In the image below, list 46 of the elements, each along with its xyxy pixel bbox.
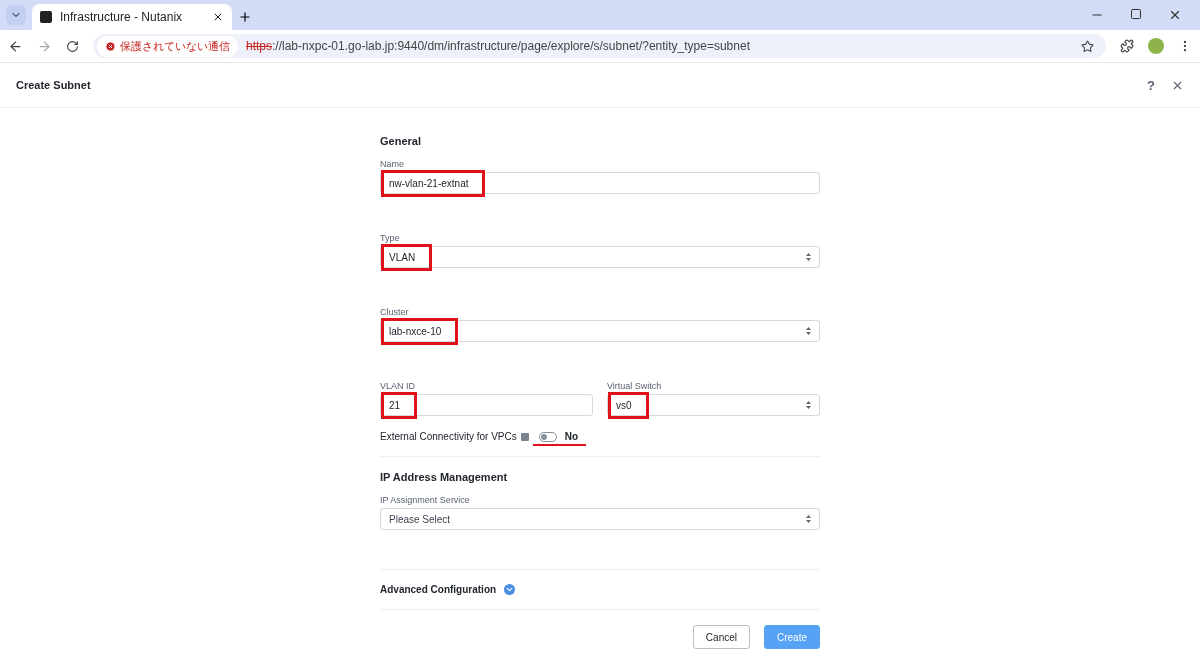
field-value: nw-vlan-21-extnat	[381, 169, 486, 197]
sort-arrows-icon	[806, 253, 811, 261]
select-field[interactable]: VLAN	[380, 246, 820, 268]
field-value: 21	[381, 391, 418, 419]
field-label: IP Assignment Service	[380, 495, 471, 505]
select-field[interactable]: vs0	[607, 394, 820, 416]
sort-arrows-icon	[806, 401, 811, 409]
section-heading: Advanced Configuration	[380, 584, 497, 595]
input-field[interactable]: nw-vlan-21-extnat	[380, 172, 820, 194]
cancel-button[interactable]: Cancel	[692, 625, 750, 649]
input-field[interactable]: 21	[380, 394, 593, 416]
security-chip[interactable]: 保護されていない通信	[97, 35, 238, 57]
field-value: vs0	[608, 391, 649, 419]
toggle-label: External Connectivity for VPCs	[380, 431, 517, 442]
back-icon[interactable]	[8, 38, 23, 54]
sort-arrows-icon	[806, 327, 811, 335]
tab-list-button[interactable]	[6, 5, 26, 25]
bookmark-star-icon[interactable]	[1081, 39, 1094, 53]
section-heading: IP Address Management	[380, 471, 509, 483]
reload-icon[interactable]	[66, 39, 79, 53]
field-label: VLAN ID	[380, 381, 416, 391]
select-field[interactable]: lab-nxce-10	[380, 320, 820, 342]
field-placeholder: Please Select	[389, 513, 451, 525]
extensions-icon[interactable]	[1120, 39, 1134, 53]
toggle-switch[interactable]	[538, 431, 557, 442]
field-label: Name	[380, 159, 405, 169]
field-value: lab-nxce-10	[381, 317, 459, 345]
select-field[interactable]: Please Select	[380, 508, 820, 530]
field-label: Type	[380, 233, 401, 243]
section-heading: General	[380, 135, 422, 147]
field-label: Cluster	[380, 307, 410, 317]
close-icon[interactable]	[212, 11, 224, 23]
new-tab-icon[interactable]	[238, 10, 252, 24]
field-value: VLAN	[381, 243, 433, 271]
sort-arrows-icon	[806, 515, 811, 523]
browser-tab[interactable]: Infrastructure - Nutanix	[32, 4, 232, 30]
favicon-icon	[40, 11, 52, 23]
close-icon[interactable]	[1168, 8, 1182, 22]
maximize-icon[interactable]	[1130, 8, 1142, 20]
field-label: Virtual Switch	[607, 381, 663, 391]
expand-chevron-icon[interactable]	[504, 584, 516, 595]
warning-icon	[105, 40, 116, 52]
address-bar[interactable]: 保護されていない通信 https://lab-nxpc-01.go-lab.jp:9440/dm/infrastructure/page/explore/s/subnet/?entity_type=subnet	[93, 34, 1106, 58]
help-button[interactable]: ?	[1147, 77, 1155, 93]
dialog-title: Create Subnet	[16, 79, 92, 91]
toggle-state: No	[564, 431, 579, 442]
